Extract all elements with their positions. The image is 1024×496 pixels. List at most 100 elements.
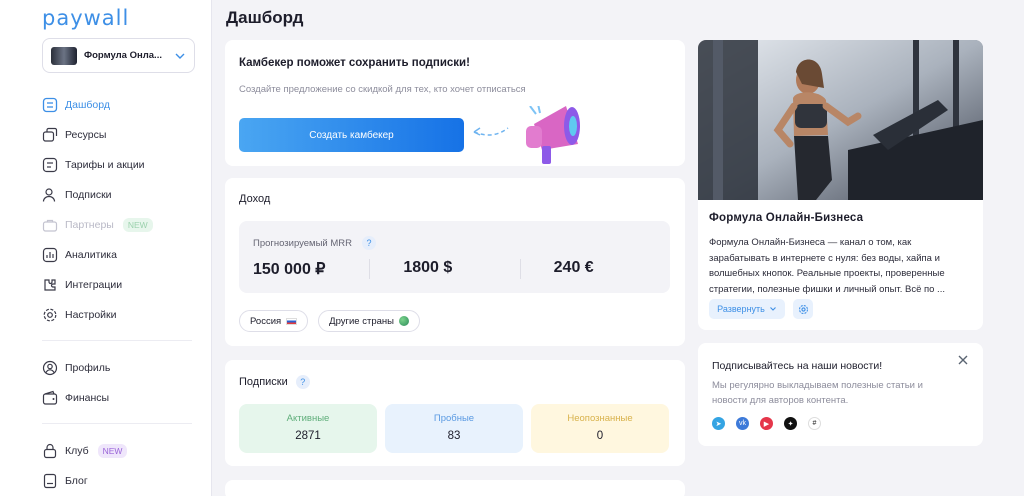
- mrr-label-text: Прогнозируемый MRR: [253, 237, 352, 249]
- subscription-stats: Активные 2871 Пробные 83 Неопознанные 0: [239, 404, 669, 453]
- subscriptions-icon: [42, 188, 56, 202]
- threads-icon[interactable]: ✦: [784, 417, 797, 430]
- project-name: Формула Онла...: [84, 50, 162, 61]
- close-icon[interactable]: [957, 354, 969, 366]
- analytics-icon: [42, 247, 58, 263]
- telegram-icon[interactable]: ➤: [712, 417, 725, 430]
- region-chips: Россия Другие страны: [239, 310, 420, 332]
- sidebar-nav: Дашборд Ресурсы Тарифы и акции Подписки …: [42, 90, 192, 496]
- project-cover-image: [698, 40, 983, 200]
- page-title: Дашборд: [226, 8, 304, 27]
- tariffs-icon: [42, 157, 58, 173]
- sidebar-item-label: Клуб: [65, 445, 89, 457]
- sidebar-item-resources[interactable]: Ресурсы: [42, 120, 192, 150]
- expand-button[interactable]: Развернуть: [709, 299, 785, 319]
- chip-russia[interactable]: Россия: [239, 310, 309, 332]
- sidebar-item-club[interactable]: Клуб NEW: [42, 436, 192, 466]
- partners-icon: [42, 219, 58, 232]
- expand-label: Развернуть: [717, 304, 765, 314]
- project-description: Формула Онлайн-Бизнеса — канал о том, ка…: [709, 237, 945, 295]
- project-title: Формула Онлайн-Бизнеса: [709, 212, 864, 224]
- profile-icon: [42, 360, 58, 376]
- help-icon[interactable]: ?: [362, 236, 376, 250]
- social-links: ➤ vk ▶ ✦ #: [712, 417, 821, 430]
- project-card: Формула Онлайн-Бизнеса Формула Онлайн-Би…: [698, 40, 983, 330]
- club-icon: [43, 443, 57, 459]
- sidebar-item-integrations[interactable]: Интеграции: [42, 270, 192, 300]
- gear-icon: [798, 304, 808, 314]
- mrr-value-eur: 240 €: [519, 259, 670, 279]
- integrations-icon: [44, 279, 56, 291]
- newsletter-subtitle: Мы регулярно выкладываем полезные статьи…: [712, 380, 923, 406]
- income-title: Доход: [239, 193, 271, 205]
- sidebar-item-label: Настройки: [65, 309, 117, 321]
- blog-icon: [43, 473, 57, 489]
- sidebar-item-blog[interactable]: Блог: [42, 466, 192, 496]
- stat-value: 0: [596, 430, 604, 442]
- newsletter-card: Подписывайтесь на наши новости! Мы регул…: [698, 343, 983, 446]
- mrr-panel: Прогнозируемый MRR ? 150 000 ₽ 1800 $ 24…: [239, 221, 670, 293]
- russia-flag-icon: [286, 317, 298, 325]
- project-thumbnail: [51, 46, 77, 65]
- tenchat-icon[interactable]: #: [808, 417, 821, 430]
- chip-other-countries[interactable]: Другие страны: [318, 310, 420, 332]
- mrr-value-usd: 1800 $: [369, 259, 519, 279]
- new-badge: NEW: [97, 444, 128, 458]
- comeback-title: Камбекер поможет сохранить подписки!: [239, 57, 470, 69]
- sidebar-item-label: Тарифы и акции: [65, 159, 145, 171]
- sidebar-item-partners[interactable]: Партнеры NEW: [42, 210, 192, 240]
- chip-label: Другие страны: [329, 315, 394, 327]
- subscriptions-title: Подписки ?: [239, 375, 310, 389]
- sidebar-item-label: Финансы: [65, 392, 110, 404]
- stat-label: Активные: [286, 413, 330, 424]
- income-card: Доход Прогнозируемый MRR ? 150 000 ₽ 180…: [225, 178, 685, 346]
- stat-label: Неопознанные: [567, 413, 633, 424]
- sidebar-item-label: Аналитика: [65, 249, 117, 261]
- mrr-values: 150 000 ₽ 1800 $ 240 €: [239, 259, 670, 279]
- chevron-down-icon: [769, 307, 776, 311]
- stat-label: Пробные: [433, 413, 475, 424]
- create-comeback-button[interactable]: Создать камбекер: [239, 118, 464, 152]
- newsletter-title: Подписывайтесь на наши новости!: [712, 360, 883, 372]
- stat-value: 2871: [295, 430, 321, 442]
- dashboard-icon: [42, 97, 58, 113]
- help-icon[interactable]: ?: [295, 375, 310, 389]
- divider: [42, 423, 192, 424]
- stat-active[interactable]: Активные 2871: [239, 404, 377, 453]
- project-settings-button[interactable]: [793, 299, 813, 319]
- sidebar-item-label: Дашборд: [65, 99, 110, 111]
- finance-icon: [42, 390, 58, 405]
- subscriptions-card: Подписки ? Активные 2871 Пробные 83 Неоп…: [225, 360, 685, 466]
- logo: paywall: [42, 6, 130, 30]
- sidebar-item-label: Партнеры: [65, 219, 114, 231]
- comeback-subtitle: Создайте предложение со скидкой для тех,…: [239, 84, 526, 95]
- resources-icon: [42, 127, 58, 142]
- mrr-value-rub: 150 000 ₽: [253, 261, 326, 278]
- settings-icon: [43, 308, 57, 322]
- stat-trial[interactable]: Пробные 83: [385, 404, 523, 453]
- sidebar-item-label: Ресурсы: [65, 129, 107, 141]
- sidebar-item-label: Блог: [65, 475, 88, 487]
- sidebar-item-label: Профиль: [65, 362, 111, 374]
- sidebar-item-tariffs[interactable]: Тарифы и акции: [42, 150, 192, 180]
- project-select[interactable]: Формула Онла...: [42, 38, 195, 73]
- sidebar-item-finance[interactable]: Финансы: [42, 383, 192, 413]
- sidebar-item-subscriptions[interactable]: Подписки: [42, 180, 192, 210]
- globe-icon: [398, 316, 409, 326]
- megaphone-illustration: [473, 106, 580, 164]
- divider: [42, 340, 192, 341]
- comeback-card: Камбекер поможет сохранить подписки! Соз…: [225, 40, 685, 166]
- sidebar-item-settings[interactable]: Настройки: [42, 300, 192, 330]
- stat-value: 83: [447, 430, 461, 442]
- sidebar-item-profile[interactable]: Профиль: [42, 353, 192, 383]
- subscriptions-title-text: Подписки: [239, 376, 288, 388]
- chevron-down-icon: [175, 53, 185, 59]
- next-card: [225, 480, 685, 496]
- sidebar-item-label: Интеграции: [65, 279, 123, 291]
- sidebar-item-analytics[interactable]: Аналитика: [42, 240, 192, 270]
- vk-icon[interactable]: vk: [736, 417, 749, 430]
- youtube-icon[interactable]: ▶: [760, 417, 773, 430]
- chip-label: Россия: [250, 315, 282, 327]
- stat-unidentified[interactable]: Неопознанные 0: [531, 404, 669, 453]
- sidebar-item-dashboard[interactable]: Дашборд: [42, 90, 192, 120]
